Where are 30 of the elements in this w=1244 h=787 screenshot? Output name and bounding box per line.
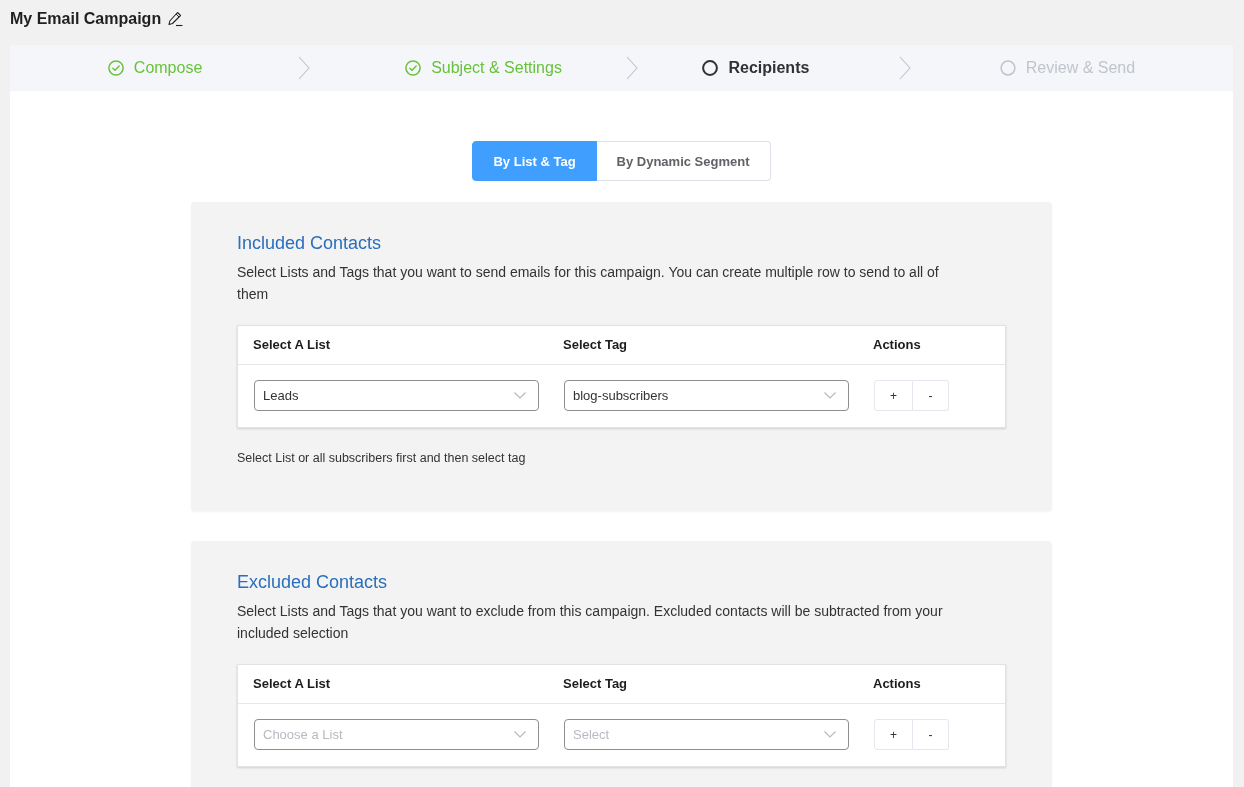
chevron-right-icon xyxy=(898,56,911,80)
section-title: Included Contacts xyxy=(237,232,383,254)
segment-tab[interactable]: By Dynamic Segment xyxy=(596,141,771,181)
column-header: Select Tag xyxy=(562,336,629,354)
chevron-down-icon xyxy=(514,392,526,399)
campaign-title: My Email Campaign xyxy=(10,9,162,29)
column-header: Select Tag xyxy=(562,675,629,693)
chevron-down-icon xyxy=(514,731,526,738)
column-header: Select A List xyxy=(252,336,332,354)
column-header: Actions xyxy=(872,675,922,693)
section-description: Select Lists and Tags that you want to send emails for this campaign. You can create multiple row to send to all of them xyxy=(237,263,940,304)
chevron-down-icon xyxy=(824,392,836,399)
hint-text: Select List or all subscribers first and then select tag xyxy=(237,450,527,466)
column-header: Select A List xyxy=(252,675,332,693)
column-header: Actions xyxy=(872,336,922,354)
step-label: Recipients xyxy=(728,58,810,78)
remove-row-button[interactable]: - xyxy=(913,719,949,750)
tag-select[interactable]: blog-subscribers xyxy=(564,380,849,411)
remove-row-button[interactable]: - xyxy=(913,380,949,411)
list-select[interactable]: Leads xyxy=(254,380,539,411)
add-row-button[interactable]: + xyxy=(874,380,913,411)
section-description: Select Lists and Tags that you want to exclude from this campaign. Excluded contacts will be subtracted from your included selection xyxy=(237,602,944,643)
step-label: Compose xyxy=(133,58,203,78)
chevron-right-icon xyxy=(626,56,639,80)
step-label: Subject & Settings xyxy=(431,58,562,78)
section-title: Excluded Contacts xyxy=(237,571,389,593)
chevron-right-icon xyxy=(297,56,310,80)
chevron-down-icon xyxy=(824,731,836,738)
pencil-icon[interactable] xyxy=(167,11,184,27)
add-row-button[interactable]: + xyxy=(874,719,913,750)
